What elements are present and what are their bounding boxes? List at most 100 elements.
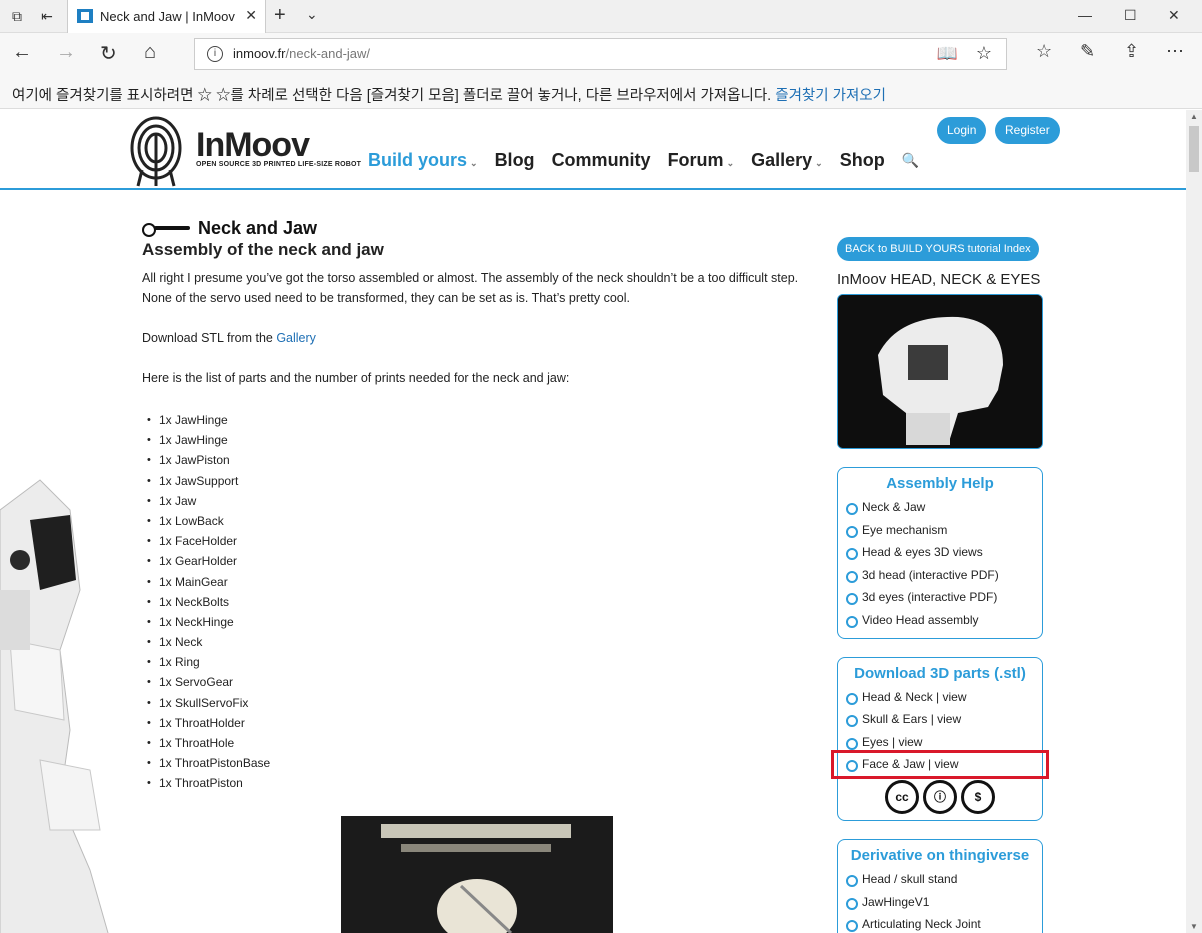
favorites-hub-icon[interactable]: ☆ bbox=[1036, 41, 1052, 62]
refresh-icon[interactable]: ↻ bbox=[100, 41, 117, 66]
assembly-link-neck-jaw[interactable]: Neck & Jaw bbox=[838, 496, 1042, 519]
more-options-icon[interactable]: ⋯ bbox=[1166, 41, 1184, 62]
minimize-icon[interactable]: — bbox=[1078, 7, 1092, 23]
menu-forum[interactable]: Forum ⌄ bbox=[668, 150, 735, 171]
new-tab-icon[interactable]: + bbox=[274, 4, 286, 27]
list-item: 1x GearHolder bbox=[142, 551, 822, 571]
list-item: 1x JawHinge bbox=[142, 410, 822, 430]
parts-list: 1x JawHinge 1x JawHinge 1x JawPiston 1x … bbox=[142, 410, 822, 794]
chevron-down-icon: ⌄ bbox=[815, 158, 823, 168]
assembly-link-3d-eyes-pdf[interactable]: 3d eyes (interactive PDF) bbox=[838, 586, 1042, 609]
key-icon bbox=[142, 221, 192, 237]
import-favorites-link[interactable]: 즐겨찾기 가져오기 bbox=[775, 88, 886, 104]
download-prefix: Download STL from the bbox=[142, 331, 277, 345]
download-parts-widget: Download 3D parts (.stl) Head & Neck | v… bbox=[831, 656, 1049, 821]
menu-label: Forum bbox=[667, 150, 724, 170]
gallery-link[interactable]: Gallery bbox=[276, 331, 316, 345]
menu-community[interactable]: Community bbox=[552, 150, 651, 171]
list-item: 1x SkullServoFix bbox=[142, 693, 822, 713]
maximize-icon[interactable]: ☐ bbox=[1124, 7, 1137, 24]
tab-manager-icon[interactable]: ⧉ bbox=[6, 6, 28, 26]
back-to-index-button[interactable]: BACK to BUILD YOURS tutorial Index bbox=[837, 237, 1039, 261]
scrollbar-thumb[interactable] bbox=[1189, 126, 1199, 172]
browser-nav-bar: ← → ↻ ⌂ i inmoov.fr/neck-and-jaw/ 📖 ☆ ☆ … bbox=[0, 33, 1202, 75]
list-item: 1x Jaw bbox=[142, 491, 822, 511]
assembly-help-widget: Assembly Help Neck & Jaw Eye mechanism H… bbox=[837, 467, 1043, 639]
widget-title: Download 3D parts (.stl) bbox=[854, 664, 1026, 682]
web-page: InMoov OPEN SOURCE 3D PRINTED LIFE-SIZE … bbox=[0, 110, 1186, 933]
reading-view-icon[interactable]: 📖 bbox=[937, 44, 958, 64]
share-icon[interactable]: ⇪ bbox=[1124, 41, 1139, 62]
menu-shop[interactable]: Shop bbox=[840, 150, 885, 171]
add-favorite-star-icon[interactable]: ☆ bbox=[976, 43, 992, 64]
search-icon[interactable]: 🔍 bbox=[902, 152, 919, 171]
non-commercial-icon[interactable]: $ bbox=[961, 779, 995, 814]
scroll-down-arrow-icon[interactable]: ▼ bbox=[1190, 922, 1198, 931]
head-photo[interactable] bbox=[837, 294, 1043, 449]
list-item: 1x ServoGear bbox=[142, 672, 822, 692]
widget-title: Assembly Help bbox=[886, 475, 994, 492]
download-link-head-neck[interactable]: Head & Neck | view bbox=[838, 686, 1042, 709]
tab-list-chevron-down-icon[interactable]: ⌄ bbox=[306, 6, 318, 23]
derivative-link-skull-stand[interactable]: Head / skull stand bbox=[838, 868, 1042, 891]
web-note-pen-icon[interactable]: ✎ bbox=[1080, 41, 1095, 62]
window-close-icon[interactable]: ✕ bbox=[1168, 7, 1180, 24]
tab-close-icon[interactable]: ✕ bbox=[245, 7, 257, 24]
sidebar: BACK to BUILD YOURS tutorial Index InMoo… bbox=[831, 237, 1049, 933]
logo-tagline: OPEN SOURCE 3D PRINTED LIFE-SIZE ROBOT bbox=[196, 161, 362, 168]
site-info-icon[interactable]: i bbox=[207, 46, 223, 62]
list-item: 1x ThroatHole bbox=[142, 733, 822, 753]
list-item: 1x NeckHinge bbox=[142, 612, 822, 632]
set-tabs-aside-icon[interactable]: ⇤ bbox=[36, 6, 58, 26]
home-icon[interactable]: ⌂ bbox=[144, 41, 156, 64]
favorites-bar-text: 여기에 즐겨찾기를 표시하려면 ☆ ☆를 차례로 선택한 다음 [즐겨찾기 모음… bbox=[12, 84, 886, 105]
site-header: InMoov OPEN SOURCE 3D PRINTED LIFE-SIZE … bbox=[0, 110, 1186, 190]
scroll-up-arrow-icon[interactable]: ▲ bbox=[1190, 112, 1198, 121]
url-host: inmoov.fr bbox=[233, 46, 286, 61]
list-item: 1x ThroatPistonBase bbox=[142, 753, 822, 773]
assembly-photo bbox=[341, 816, 613, 933]
page-title: Neck and Jaw bbox=[198, 217, 318, 238]
main-content: Neck and Jaw Assembly of the neck and ja… bbox=[142, 218, 822, 794]
address-url[interactable]: inmoov.fr/neck-and-jaw/ bbox=[233, 46, 370, 61]
chevron-down-icon: ⌄ bbox=[470, 158, 478, 168]
list-item: 1x JawSupport bbox=[142, 471, 822, 491]
download-link-face-jaw[interactable]: Face & Jaw | view bbox=[831, 750, 1049, 779]
assembly-link-video[interactable]: Video Head assembly bbox=[838, 609, 1042, 632]
login-button[interactable]: Login bbox=[937, 117, 987, 144]
menu-label: Build yours bbox=[368, 150, 468, 170]
menu-label: Gallery bbox=[751, 150, 813, 170]
address-bar[interactable]: i inmoov.fr/neck-and-jaw/ 📖 ☆ bbox=[194, 38, 1007, 70]
title-row: Neck and Jaw bbox=[142, 218, 822, 238]
list-item: 1x NeckBolts bbox=[142, 592, 822, 612]
download-link-skull-ears[interactable]: Skull & Ears | view bbox=[838, 708, 1042, 731]
list-item: 1x LowBack bbox=[142, 511, 822, 531]
download-link-eyes[interactable]: Eyes | view bbox=[838, 731, 1042, 754]
derivative-link-jawhinge[interactable]: JawHingeV1 bbox=[838, 891, 1042, 914]
menu-gallery[interactable]: Gallery ⌄ bbox=[751, 150, 823, 171]
assembly-link-3d-views[interactable]: Head & eyes 3D views bbox=[838, 541, 1042, 564]
list-item: 1x ThroatPiston bbox=[142, 773, 822, 793]
favorites-bar: 여기에 즐겨찾기를 표시하려면 ☆ ☆를 차례로 선택한 다음 [즐겨찾기 모음… bbox=[0, 75, 1202, 109]
url-path: /neck-and-jaw/ bbox=[285, 46, 371, 61]
assembly-link-3d-head-pdf[interactable]: 3d head (interactive PDF) bbox=[838, 564, 1042, 587]
logo-wordmark[interactable]: InMoov bbox=[196, 126, 310, 165]
forward-arrow-icon[interactable]: → bbox=[56, 41, 76, 64]
main-menu: Build yours ⌄ Blog Community Forum ⌄ Galle… bbox=[368, 150, 919, 171]
browser-tab[interactable]: Neck and Jaw | InMoov ✕ bbox=[67, 0, 266, 33]
attribution-person-icon[interactable]: ⓘ bbox=[923, 779, 957, 814]
fingerprint-logo-icon[interactable] bbox=[128, 114, 184, 188]
creative-commons-icon[interactable]: cc bbox=[885, 779, 919, 814]
page-subtitle: Assembly of the neck and jaw bbox=[142, 240, 384, 259]
assembly-photo-image bbox=[341, 816, 613, 933]
assembly-link-eye-mechanism[interactable]: Eye mechanism bbox=[838, 519, 1042, 542]
sidebar-heading: InMoov HEAD, NECK & EYES bbox=[837, 271, 1041, 288]
inmoov-favicon-icon bbox=[77, 9, 93, 23]
page-scrollbar[interactable]: ▲ ▼ bbox=[1186, 110, 1202, 933]
back-arrow-icon[interactable]: ← bbox=[12, 41, 32, 64]
derivative-link-neck-joint[interactable]: Articulating Neck Joint bbox=[838, 913, 1042, 933]
register-button[interactable]: Register bbox=[995, 117, 1060, 144]
menu-blog[interactable]: Blog bbox=[495, 150, 535, 171]
tab-title: Neck and Jaw | InMoov bbox=[100, 9, 235, 24]
menu-build-yours[interactable]: Build yours ⌄ bbox=[368, 150, 478, 171]
